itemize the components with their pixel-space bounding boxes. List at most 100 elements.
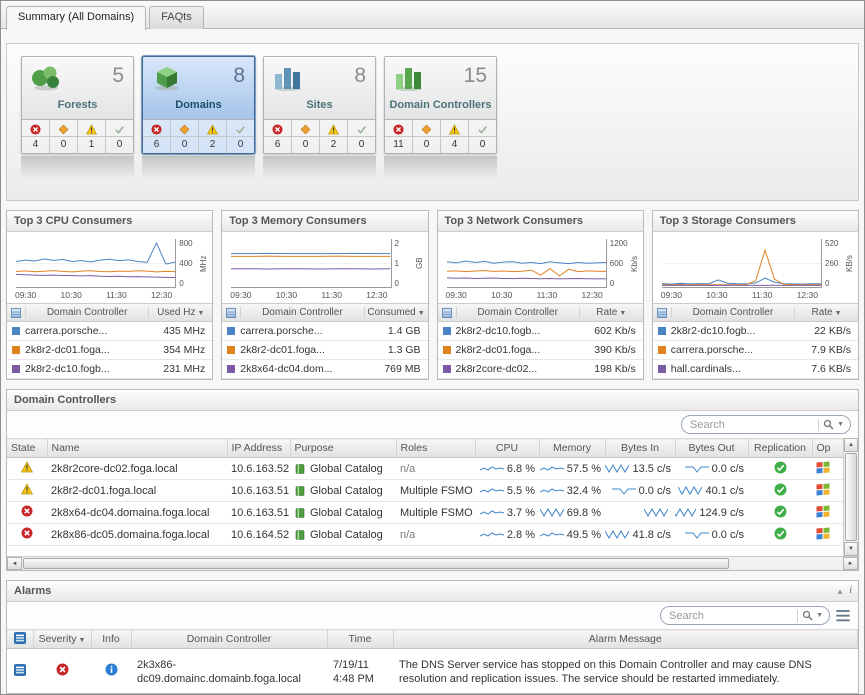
search-input[interactable] [690, 419, 816, 431]
bytes-out-cell: 0.0 c/s [712, 529, 744, 541]
panel-title: Top 3 CPU Consumers [7, 211, 212, 232]
x-axis-ticks: 09:3010:3011:3012:30 [7, 288, 212, 302]
series-swatch [658, 346, 666, 354]
table-icon [11, 308, 21, 318]
list-item[interactable]: carrera.porsche... 7.9 KB/s [653, 341, 858, 360]
table-row[interactable]: 2k8x86-dc05.domaina.foga.local 10.6.164.… [7, 524, 843, 546]
col-severity[interactable]: Severity▼ [33, 630, 91, 649]
search-icon[interactable] [823, 419, 834, 430]
column-header-value[interactable]: Used Hz▼ [148, 307, 212, 318]
tile-forests[interactable]: 5 Forests 4 0 1 [21, 56, 134, 154]
col-bytes-in[interactable]: Bytes In [605, 439, 675, 458]
tile-status-strip: 4 0 1 0 [22, 119, 133, 153]
tile-reflection [21, 156, 134, 179]
list-item[interactable]: 2k8r2-dc10.fogb... 22 KB/s [653, 322, 858, 341]
collapse-icon[interactable]: ▴ [838, 581, 843, 601]
normal-icon [235, 124, 246, 135]
column-header-name[interactable]: Domain Controller [671, 307, 794, 318]
col-memory[interactable]: Memory [539, 439, 605, 458]
critical-count: 0 [171, 137, 199, 153]
panel-info-icon[interactable]: i [849, 581, 852, 601]
col-replication[interactable]: Replication [748, 439, 812, 458]
sites-count: 8 [354, 63, 366, 89]
search-dropdown-icon[interactable]: ▼ [816, 612, 823, 619]
list-item[interactable]: hall.cardinals... 7.6 KB/s [653, 360, 858, 379]
global-catalog-icon [294, 529, 306, 541]
col-bytes-out[interactable]: Bytes Out [675, 439, 748, 458]
warning-count: 1 [78, 137, 106, 153]
info-icon[interactable] [105, 663, 118, 676]
col-state[interactable]: State [7, 439, 47, 458]
col-object-icon[interactable] [7, 630, 33, 649]
top3-table: Domain Controller Consumed▼ carrera.pors… [222, 303, 427, 379]
horizontal-scrollbar[interactable]: ◄ ► [7, 556, 858, 570]
sort-desc-icon: ▼ [197, 310, 204, 317]
list-item[interactable]: 2k8x64-dc04.dom... 769 MB [222, 360, 427, 379]
panel-domain-controllers: Domain Controllers ▼ State Name [6, 389, 859, 571]
list-item[interactable]: 2k8r2-dc10.fogb... 602 Kb/s [438, 322, 643, 341]
scrollbar-thumb[interactable] [23, 558, 729, 569]
purpose-cell: Global Catalog [310, 463, 383, 475]
tab-faqts[interactable]: FAQts [149, 6, 204, 29]
warning-icon [86, 124, 97, 135]
col-cpu[interactable]: CPU [475, 439, 539, 458]
column-header-value[interactable]: Rate▼ [579, 307, 643, 318]
list-item[interactable]: 2k8r2-dc01.foga... 390 Kb/s [438, 341, 643, 360]
column-header-name[interactable]: Domain Controller [456, 307, 579, 318]
search-input[interactable] [669, 610, 795, 622]
y-tick: 520 [825, 239, 845, 248]
column-header-value[interactable]: Rate▼ [794, 307, 858, 318]
list-item[interactable]: 2k8r2-dc01.foga... 354 MHz [7, 341, 212, 360]
tile-column: 8 Sites 6 0 2 [263, 56, 376, 200]
replication-ok-icon [774, 461, 787, 474]
domain-controllers-table: State Name IP Address Purpose Roles CPU … [7, 438, 844, 546]
list-item[interactable]: 2k8r2core-dc02... 198 Kb/s [438, 360, 643, 379]
col-os[interactable]: Op [812, 439, 843, 458]
col-name[interactable]: Name [47, 439, 227, 458]
col-domain-controller[interactable]: Domain Controller [131, 630, 327, 649]
search-box[interactable]: ▼ [681, 415, 851, 434]
list-item[interactable]: 2k8r2-dc01.foga... 1.3 GB [222, 341, 427, 360]
scroll-left-button[interactable]: ◄ [7, 557, 22, 570]
purpose-cell: Global Catalog [310, 529, 383, 541]
series-swatch [443, 365, 451, 373]
scroll-right-button[interactable]: ► [843, 557, 858, 570]
tile-sites[interactable]: 8 Sites 6 0 2 [263, 56, 376, 154]
column-header-name[interactable]: Domain Controller [25, 307, 148, 318]
search-dropdown-icon[interactable]: ▼ [837, 421, 844, 428]
normal-icon [356, 124, 367, 135]
col-roles[interactable]: Roles [396, 439, 475, 458]
tile-domain-controllers[interactable]: 15 Domain Controllers 11 0 [384, 56, 497, 154]
y-tick: 1 [395, 259, 415, 268]
table-row[interactable]: 2k8r2core-dc02.foga.local 10.6.163.52 Gl… [7, 458, 843, 480]
scrollbar-thumb[interactable] [845, 453, 857, 541]
replication-ok-icon [774, 527, 787, 540]
tile-domains[interactable]: 8 Domains 6 0 2 [142, 56, 255, 154]
alarms-toolbar: ▼ [7, 602, 858, 629]
col-info[interactable]: Info [91, 630, 131, 649]
vertical-scrollbar[interactable]: ▲ ▼ [843, 438, 858, 556]
y-tick: 0 [179, 279, 199, 288]
tile-label: Domains [143, 99, 254, 119]
fatal-icon [393, 124, 404, 135]
tile-status-strip: 6 0 2 0 [143, 119, 254, 153]
table-row[interactable]: 2k3x86-dc09.domainc.domainb.foga.local 7… [7, 649, 858, 695]
tab-summary[interactable]: Summary (All Domains) [6, 6, 146, 30]
view-options-icon[interactable] [835, 608, 851, 624]
name-cell: 2k8r2-dc01.foga.local [47, 480, 227, 502]
col-ip[interactable]: IP Address [227, 439, 290, 458]
scroll-down-button[interactable]: ▼ [844, 542, 858, 556]
search-box[interactable]: ▼ [660, 606, 830, 625]
list-item[interactable]: carrera.porsche... 435 MHz [7, 322, 212, 341]
table-row[interactable]: 2k8r2-dc01.foga.local 10.6.163.51 Global… [7, 480, 843, 502]
scroll-up-button[interactable]: ▲ [844, 438, 858, 452]
search-icon[interactable] [802, 610, 813, 621]
col-purpose[interactable]: Purpose [290, 439, 396, 458]
column-header-value[interactable]: Consumed▼ [364, 307, 428, 318]
col-alarm-message[interactable]: Alarm Message [393, 630, 858, 649]
column-header-name[interactable]: Domain Controller [240, 307, 363, 318]
list-item[interactable]: carrera.porsche... 1.4 GB [222, 322, 427, 341]
list-item[interactable]: 2k8r2-dc10.fogb... 231 MHz [7, 360, 212, 379]
table-row[interactable]: 2k8x64-dc04.domaina.foga.local 10.6.163.… [7, 502, 843, 524]
col-time[interactable]: Time [327, 630, 393, 649]
